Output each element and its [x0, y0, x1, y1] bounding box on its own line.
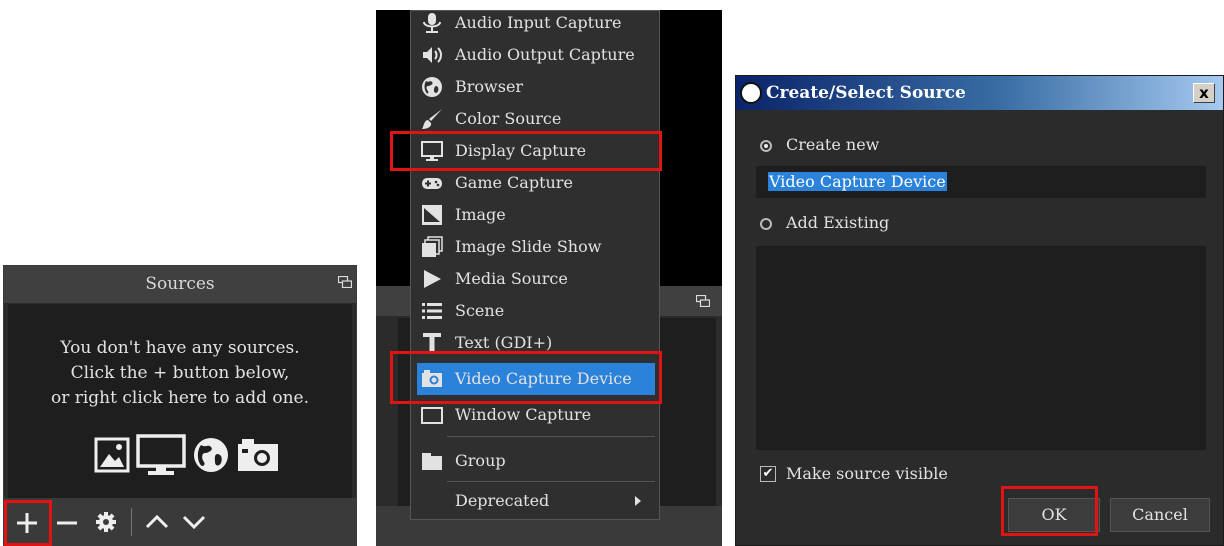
undock-icon[interactable]: [338, 276, 352, 288]
display-capture-highlight: [390, 131, 662, 171]
empty-source-icons: [94, 432, 280, 478]
menu-item-game-capture[interactable]: Game Capture: [417, 167, 655, 199]
add-existing-radio[interactable]: [760, 218, 772, 230]
empty-line-2: Click the + button below,: [70, 363, 290, 383]
microphone-icon: [423, 13, 441, 33]
menu-separator: [447, 436, 655, 437]
make-visible-label: Make source visible: [786, 464, 948, 483]
globe-icon: [422, 77, 442, 97]
sources-list[interactable]: You don't have any sources. Click the + …: [8, 304, 352, 498]
menu-item-label: Audio Input Capture: [455, 13, 622, 32]
chevron-down-icon[interactable]: [182, 514, 206, 530]
obs-logo-icon: [740, 82, 762, 104]
gamepad-icon: [422, 178, 442, 189]
menu-item-label: Image Slide Show: [455, 237, 602, 256]
menu-item-deprecated[interactable]: Deprecated: [417, 485, 655, 517]
menu-item-audio-output-capture[interactable]: Audio Output Capture: [417, 39, 655, 71]
empty-sources-message: You don't have any sources. Click the + …: [8, 336, 352, 411]
window-icon: [421, 407, 443, 424]
menu-separator: [447, 481, 655, 482]
monitor-icon: [136, 434, 186, 475]
menu-item-scene[interactable]: Scene: [417, 295, 655, 327]
image-icon: [422, 205, 442, 225]
source-name-value: Video Capture Device: [768, 172, 947, 191]
menu-item-label: Media Source: [455, 269, 568, 288]
empty-line-3: or right click here to add one.: [50, 388, 310, 408]
cancel-button[interactable]: Cancel: [1110, 498, 1210, 532]
dialog-titlebar[interactable]: Create/Select Source x: [736, 76, 1223, 110]
add-button-highlight: [4, 500, 52, 546]
image-icon: [94, 437, 130, 473]
source-name-input[interactable]: Video Capture Device: [756, 166, 1206, 198]
minus-icon[interactable]: [56, 512, 78, 534]
menu-item-label: Scene: [455, 301, 505, 320]
sources-dock-title: Sources: [4, 266, 356, 303]
camera-icon: [238, 439, 278, 471]
menu-item-label: Deprecated: [455, 491, 550, 510]
ok-button-highlight: [1001, 486, 1098, 536]
slideshow-icon: [422, 236, 443, 257]
add-source-menu-panel: Audio Input Capture Audio Output Capture…: [376, 10, 722, 546]
video-capture-device-highlight: [390, 351, 662, 404]
toolbar-divider: [131, 508, 132, 536]
play-icon: [424, 270, 441, 288]
paintbrush-icon: [422, 109, 442, 129]
folder-icon: [422, 453, 442, 470]
menu-item-label: Image: [455, 205, 506, 224]
undock-icon: [696, 295, 710, 307]
speaker-icon: [423, 47, 442, 63]
menu-item-audio-input-capture[interactable]: Audio Input Capture: [417, 10, 655, 39]
make-visible-checkbox[interactable]: ✔: [760, 466, 776, 482]
create-select-source-dialog: Create/Select Source x Create new Video …: [735, 75, 1224, 546]
globe-icon: [194, 438, 228, 472]
close-button[interactable]: x: [1193, 83, 1215, 103]
chevron-up-icon[interactable]: [145, 514, 169, 530]
create-new-radio[interactable]: [760, 140, 772, 152]
add-source-menu: Audio Input Capture Audio Output Capture…: [410, 10, 660, 520]
sources-dock: Sources You don't have any sources. Clic…: [3, 265, 357, 546]
create-new-label: Create new: [786, 135, 880, 154]
menu-item-group[interactable]: Group: [417, 445, 655, 477]
list-icon: [422, 303, 442, 319]
menu-item-image[interactable]: Image: [417, 199, 655, 231]
menu-item-media-source[interactable]: Media Source: [417, 263, 655, 295]
empty-line-1: You don't have any sources.: [60, 338, 300, 358]
menu-item-label: Browser: [455, 77, 524, 96]
menu-item-image-slide-show[interactable]: Image Slide Show: [417, 231, 655, 263]
submenu-arrow-icon: [635, 496, 641, 506]
dialog-title: Create/Select Source: [766, 83, 966, 103]
menu-item-browser[interactable]: Browser: [417, 71, 655, 103]
sources-toolbar: [4, 498, 356, 546]
menu-item-label: Group: [455, 451, 506, 470]
menu-item-label: Audio Output Capture: [455, 45, 635, 64]
existing-sources-list[interactable]: [756, 246, 1206, 450]
add-existing-label: Add Existing: [786, 213, 890, 232]
gear-icon[interactable]: [96, 512, 116, 532]
menu-item-label: Game Capture: [455, 173, 573, 192]
